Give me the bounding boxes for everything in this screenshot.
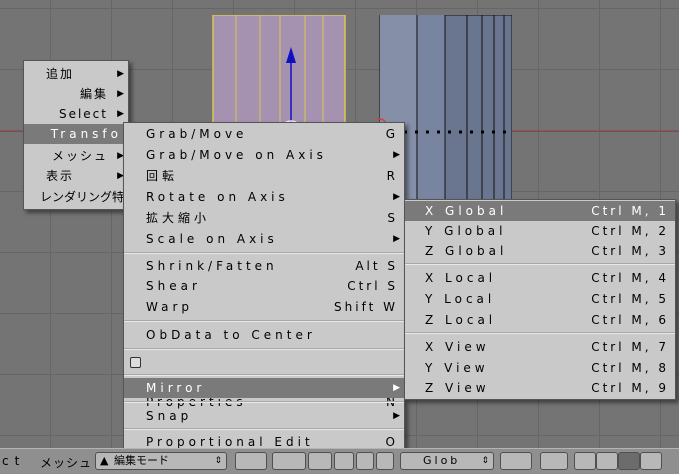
menu-item-z-global[interactable]: Z Global Ctrl M, 3: [405, 241, 675, 261]
chevron-updown-icon: ⇕: [481, 456, 489, 466]
menu-item-rotate-axis[interactable]: Rotate on Axis ▶: [124, 187, 404, 207]
menu-separator: [124, 252, 404, 254]
vertex-select-icon[interactable]: [574, 452, 596, 470]
menu-item-z-local[interactable]: Z Local Ctrl M, 6: [405, 310, 675, 330]
mirror-submenu: X Global Ctrl M, 1 Y Global Ctrl M, 2 Z Gl…: [404, 199, 676, 400]
menu-item-mirror[interactable]: Mirror ▶: [124, 378, 404, 398]
menu-item-select[interactable]: Select ▶: [24, 104, 128, 124]
rotate-widget-icon[interactable]: [356, 452, 374, 470]
viewport-header: ct メッシュ ▲ 編集モード ⇕ Glob ⇕: [0, 448, 679, 474]
selected-mesh[interactable]: [210, 15, 350, 135]
menu-item-grab-move-axis[interactable]: Grab/Move on Axis ▶: [124, 145, 404, 165]
mode-select[interactable]: ▲ 編集モード ⇕: [95, 452, 227, 470]
transform-menu: Grab/Move G Grab/Move on Axis ▶ 回転 R Rotate…: [123, 122, 405, 448]
menu-separator: [405, 263, 675, 265]
hand-icon[interactable]: [334, 452, 354, 470]
menu-item-x-global[interactable]: X Global Ctrl M, 1: [405, 201, 675, 221]
menu-separator: [405, 332, 675, 334]
menu-item-edit[interactable]: 編集 ▶: [24, 84, 128, 104]
menu-item-add[interactable]: 追加 ▶: [24, 64, 128, 84]
menu-item-shear[interactable]: Shear Ctrl S: [124, 276, 404, 296]
mode-icon: ▲: [100, 454, 109, 467]
arrow-right-icon: ▶: [393, 150, 400, 160]
menu-item-shrink-fatten[interactable]: Shrink/Fatten Alt S: [124, 256, 404, 276]
transform-icon[interactable]: [235, 452, 267, 470]
3d-viewport[interactable]: 追加 ▶ 編集 ▶ Select ▶ Transfo メッシュ ▶ 表示 ▶ レンダリング…: [0, 0, 679, 448]
menu-separator: [124, 320, 404, 322]
menu-item-y-local[interactable]: Y Local Ctrl M, 5: [405, 289, 675, 309]
pivot-icon[interactable]: [272, 452, 306, 470]
arrow-right-icon: ▶: [117, 69, 124, 79]
menu-separator: [124, 348, 404, 350]
menu-item-view[interactable]: 表示 ▶: [24, 166, 128, 186]
chevron-updown-icon: ⇕: [214, 456, 222, 466]
menu-item-warp[interactable]: Warp Shift W: [124, 297, 404, 317]
occlude-icon[interactable]: [640, 452, 662, 470]
orientation-select[interactable]: Glob ⇕: [400, 452, 494, 470]
menu-item-scale[interactable]: 拡大縮小 S: [124, 208, 404, 228]
menu-item-rotate[interactable]: 回転 R: [124, 166, 404, 186]
proportional-icon[interactable]: [500, 452, 532, 470]
checkbox-icon[interactable]: [130, 357, 141, 368]
menu-item-proportional-edit[interactable]: Proportional Edit O: [124, 432, 404, 448]
menu-item-snap[interactable]: Snap ▶: [124, 406, 404, 426]
menu-item-transform[interactable]: Transfo: [24, 124, 128, 144]
scale-widget-icon[interactable]: [376, 452, 394, 470]
arrow-right-icon: ▶: [117, 109, 124, 119]
menu-item-grab-move[interactable]: Grab/Move G: [124, 124, 404, 144]
arrow-right-icon: ▶: [393, 234, 400, 244]
face-select-icon[interactable]: [618, 452, 640, 470]
menu-item-y-view[interactable]: Y View Ctrl M, 8: [405, 358, 675, 378]
arrow-right-icon: ▶: [393, 411, 400, 421]
arrow-right-icon: ▶: [393, 383, 400, 393]
menu-item-mesh[interactable]: メッシュ ▶: [24, 146, 128, 166]
menu-item-obdata-center[interactable]: ObData to Center: [124, 325, 404, 345]
arrow-right-icon: ▶: [117, 89, 124, 99]
context-menu: 追加 ▶ 編集 ▶ Select ▶ Transfo メッシュ ▶ 表示 ▶ レンダリング…: [23, 60, 129, 210]
header-select-menu[interactable]: ct: [2, 454, 25, 468]
edge-select-icon[interactable]: [596, 452, 618, 470]
menu-item-scale-axis[interactable]: Scale on Axis ▶: [124, 229, 404, 249]
arrow-right-icon: ▶: [393, 192, 400, 202]
menu-item-x-view[interactable]: X View Ctrl M, 7: [405, 337, 675, 357]
menu-separator: [124, 374, 404, 376]
menu-separator: [124, 401, 404, 403]
widget-icon[interactable]: [308, 452, 332, 470]
header-mesh-menu[interactable]: メッシュ: [40, 454, 92, 471]
menu-item-render[interactable]: レンダリング特: [24, 187, 128, 207]
menu-separator: [124, 428, 404, 430]
menu-item-x-local[interactable]: X Local Ctrl M, 4: [405, 268, 675, 288]
menu-item-z-view[interactable]: Z View Ctrl M, 9: [405, 378, 675, 398]
menu-item-properties[interactable]: PropertiesN: [124, 352, 404, 409]
magnet-icon[interactable]: [540, 452, 568, 470]
menu-item-y-global[interactable]: Y Global Ctrl M, 2: [405, 221, 675, 241]
